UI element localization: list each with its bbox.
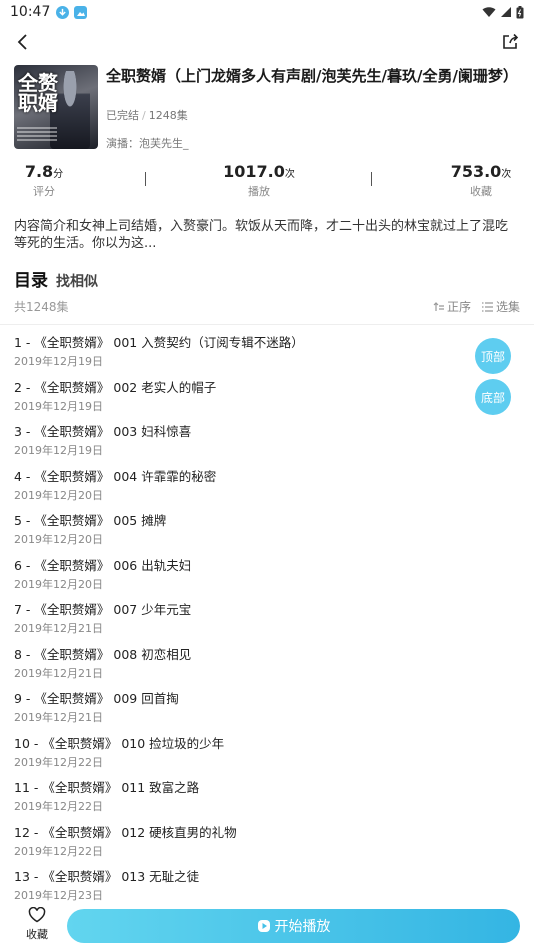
stat-plays-label: 播放 — [248, 185, 270, 198]
stat-plays-unit: 次 — [284, 169, 295, 180]
stat-divider — [371, 172, 372, 186]
episode-title: 4 - 《全职赘婿》 004 许霏霏的秘密 — [14, 468, 217, 484]
episode-list: 1 - 《全职赘婿》 001 入赘契约（订阅专辑不迷路） 2019年12月19日 2… — [14, 334, 474, 913]
book-title: 全职赘婿（上门龙婿多人有声剧/泡芙先生/暮玖/全勇/阑珊梦） — [106, 67, 518, 85]
image-icon — [74, 5, 88, 19]
episode-row[interactable]: 6 - 《全职赘婿》 006 出轨夫妇 2019年12月20日 — [14, 557, 474, 602]
episode-title: 10 - 《全职赘婿》 010 捡垃圾的少年 — [14, 735, 225, 751]
episode-title: 13 - 《全职赘婿》 013 无耻之徒 — [14, 869, 200, 884]
episode-title: 9 - 《全职赘婿》 009 回首掏 — [14, 691, 179, 706]
episode-title: 12 - 《全职赘婿》 012 硬核直男的礼物 — [14, 824, 237, 840]
stats-row: 7.8分 评分 1017.0次 播放 753.0次 收藏 — [0, 162, 534, 198]
episode-row[interactable]: 7 - 《全职赘婿》 007 少年元宝 2019年12月21日 — [14, 601, 474, 646]
start-play-label: 开始播放 — [274, 919, 331, 935]
episode-date: 2019年12月23日 — [14, 889, 103, 902]
episode-title: 11 - 《全职赘婿》 011 致富之路 — [14, 780, 200, 795]
episode-date: 2019年12月19日 — [14, 355, 103, 368]
wifi-icon — [482, 7, 496, 17]
select-episodes-button[interactable]: 选集 — [481, 298, 520, 315]
book-episode-count: 1248集 — [148, 109, 188, 122]
episode-date: 2019年12月21日 — [14, 666, 103, 680]
episode-date: 2019年12月22日 — [14, 844, 103, 858]
start-play-button[interactable]: 开始播放 — [67, 909, 520, 943]
episode-row[interactable]: 5 - 《全职赘婿》 005 摊牌 2019年12月20日 — [14, 512, 474, 557]
episode-title: 3 - 《全职赘婿》 003 妇科惊喜 — [14, 424, 192, 439]
select-episodes-label: 选集 — [495, 300, 520, 314]
stat-favorites-value: 753.0 — [450, 162, 502, 181]
episode-date: 2019年12月19日 — [14, 444, 103, 457]
episode-title: 1 - 《全职赘婿》 001 入赘契约（订阅专辑不迷路） — [14, 335, 304, 350]
episode-count-row: 共1248集 正序 选集 — [14, 298, 520, 318]
episode-title: 6 - 《全职赘婿》 006 出轨夫妇 — [14, 557, 192, 573]
episode-title: 7 - 《全职赘婿》 007 少年元宝 — [14, 602, 192, 617]
list-icon — [481, 301, 493, 312]
episode-total: 共1248集 — [14, 300, 69, 314]
sort-order-button[interactable]: 正序 — [433, 298, 471, 315]
episode-row[interactable]: 8 - 《全职赘婿》 008 初恋相见 2019年12月21日 — [14, 646, 474, 691]
book-intro[interactable]: 内容简介和女神上司结婚，入赘豪门。软饭从天而降，才二十出头的林宝就过上了混吃等死… — [14, 218, 520, 252]
book-cover[interactable]: 全赘职婿 — [14, 65, 98, 149]
episode-row[interactable]: 9 - 《全职赘婿》 009 回首掏 2019年12月21日 — [14, 690, 474, 735]
episode-date: 2019年12月22日 — [14, 755, 103, 769]
sort-icon — [433, 301, 444, 311]
episode-row[interactable]: 2 - 《全职赘婿》 002 老实人的帽子 2019年12月19日 — [14, 379, 474, 424]
episode-date: 2019年12月20日 — [14, 533, 103, 546]
battery-icon — [516, 5, 524, 18]
status-indicators — [482, 5, 524, 19]
stat-divider — [145, 172, 146, 186]
stat-rating-unit: 分 — [53, 169, 64, 180]
stat-favorites-unit: 次 — [501, 169, 512, 180]
bottom-bar: 收藏 开始播放 — [0, 903, 534, 949]
stat-rating-label: 评分 — [33, 185, 55, 198]
episode-title: 2 - 《全职赘婿》 002 老实人的帽子 — [14, 379, 217, 395]
top-bar — [0, 28, 534, 56]
favorite-button[interactable]: 收藏 — [20, 906, 54, 942]
episode-row[interactable]: 4 - 《全职赘婿》 004 许霏霏的秘密 2019年12月20日 — [14, 468, 474, 513]
stat-rating: 7.8分 评分 — [22, 162, 66, 199]
find-similar-button[interactable]: 找相似 — [56, 271, 98, 291]
cover-small-text — [17, 127, 57, 141]
book-meta: 已完结/1248集 — [106, 107, 188, 123]
back-arrow-icon — [17, 34, 27, 50]
episode-title: 5 - 《全职赘婿》 005 摊牌 — [14, 513, 167, 528]
sort-order-label: 正序 — [446, 300, 471, 314]
cover-title-art: 全赘职婿 — [18, 71, 58, 115]
episode-date: 2019年12月19日 — [14, 399, 103, 413]
heart-icon — [28, 906, 46, 923]
scroll-top-button[interactable]: 顶部 — [475, 338, 511, 374]
divider — [0, 324, 534, 325]
status-time: 10:47 — [10, 4, 51, 20]
favorite-label: 收藏 — [26, 928, 48, 941]
episode-row[interactable]: 3 - 《全职赘婿》 003 妇科惊喜 2019年12月19日 — [14, 423, 474, 468]
episode-date: 2019年12月21日 — [14, 711, 103, 724]
episode-date: 2019年12月20日 — [14, 488, 103, 502]
episode-row[interactable]: 11 - 《全职赘婿》 011 致富之路 2019年12月22日 — [14, 779, 474, 824]
book-cast[interactable]: 演播：泡芙先生_ — [106, 135, 189, 151]
episode-row[interactable]: 1 - 《全职赘婿》 001 入赘契约（订阅专辑不迷路） 2019年12月19日 — [14, 334, 474, 379]
back-button[interactable] — [12, 30, 36, 54]
stat-plays: 1017.0次 播放 — [222, 162, 296, 199]
episode-date: 2019年12月22日 — [14, 800, 103, 813]
status-bar: 10:47 — [0, 0, 534, 24]
meta-separator: / — [142, 109, 146, 122]
stat-rating-value: 7.8 — [24, 162, 54, 181]
stat-favorites: 753.0次 收藏 — [450, 162, 512, 199]
download-icon — [56, 5, 70, 19]
book-status: 已完结 — [106, 109, 139, 122]
stat-plays-value: 1017.0 — [223, 162, 285, 181]
stat-favorites-label: 收藏 — [470, 185, 492, 198]
episode-row[interactable]: 10 - 《全职赘婿》 010 捡垃圾的少年 2019年12月22日 — [14, 735, 474, 780]
episode-date: 2019年12月21日 — [14, 622, 103, 635]
share-icon — [503, 33, 519, 49]
list-controls: 正序 选集 — [433, 298, 520, 315]
toc-header: 目录 找相似 — [14, 266, 98, 291]
episode-title: 8 - 《全职赘婿》 008 初恋相见 — [14, 646, 192, 662]
signal-icon — [501, 7, 511, 17]
share-button[interactable] — [498, 30, 522, 54]
play-icon — [257, 920, 270, 932]
scroll-bottom-button[interactable]: 底部 — [475, 379, 511, 415]
episode-date: 2019年12月20日 — [14, 577, 103, 591]
episode-row[interactable]: 12 - 《全职赘婿》 012 硬核直男的礼物 2019年12月22日 — [14, 824, 474, 869]
toc-title: 目录 — [14, 271, 48, 291]
